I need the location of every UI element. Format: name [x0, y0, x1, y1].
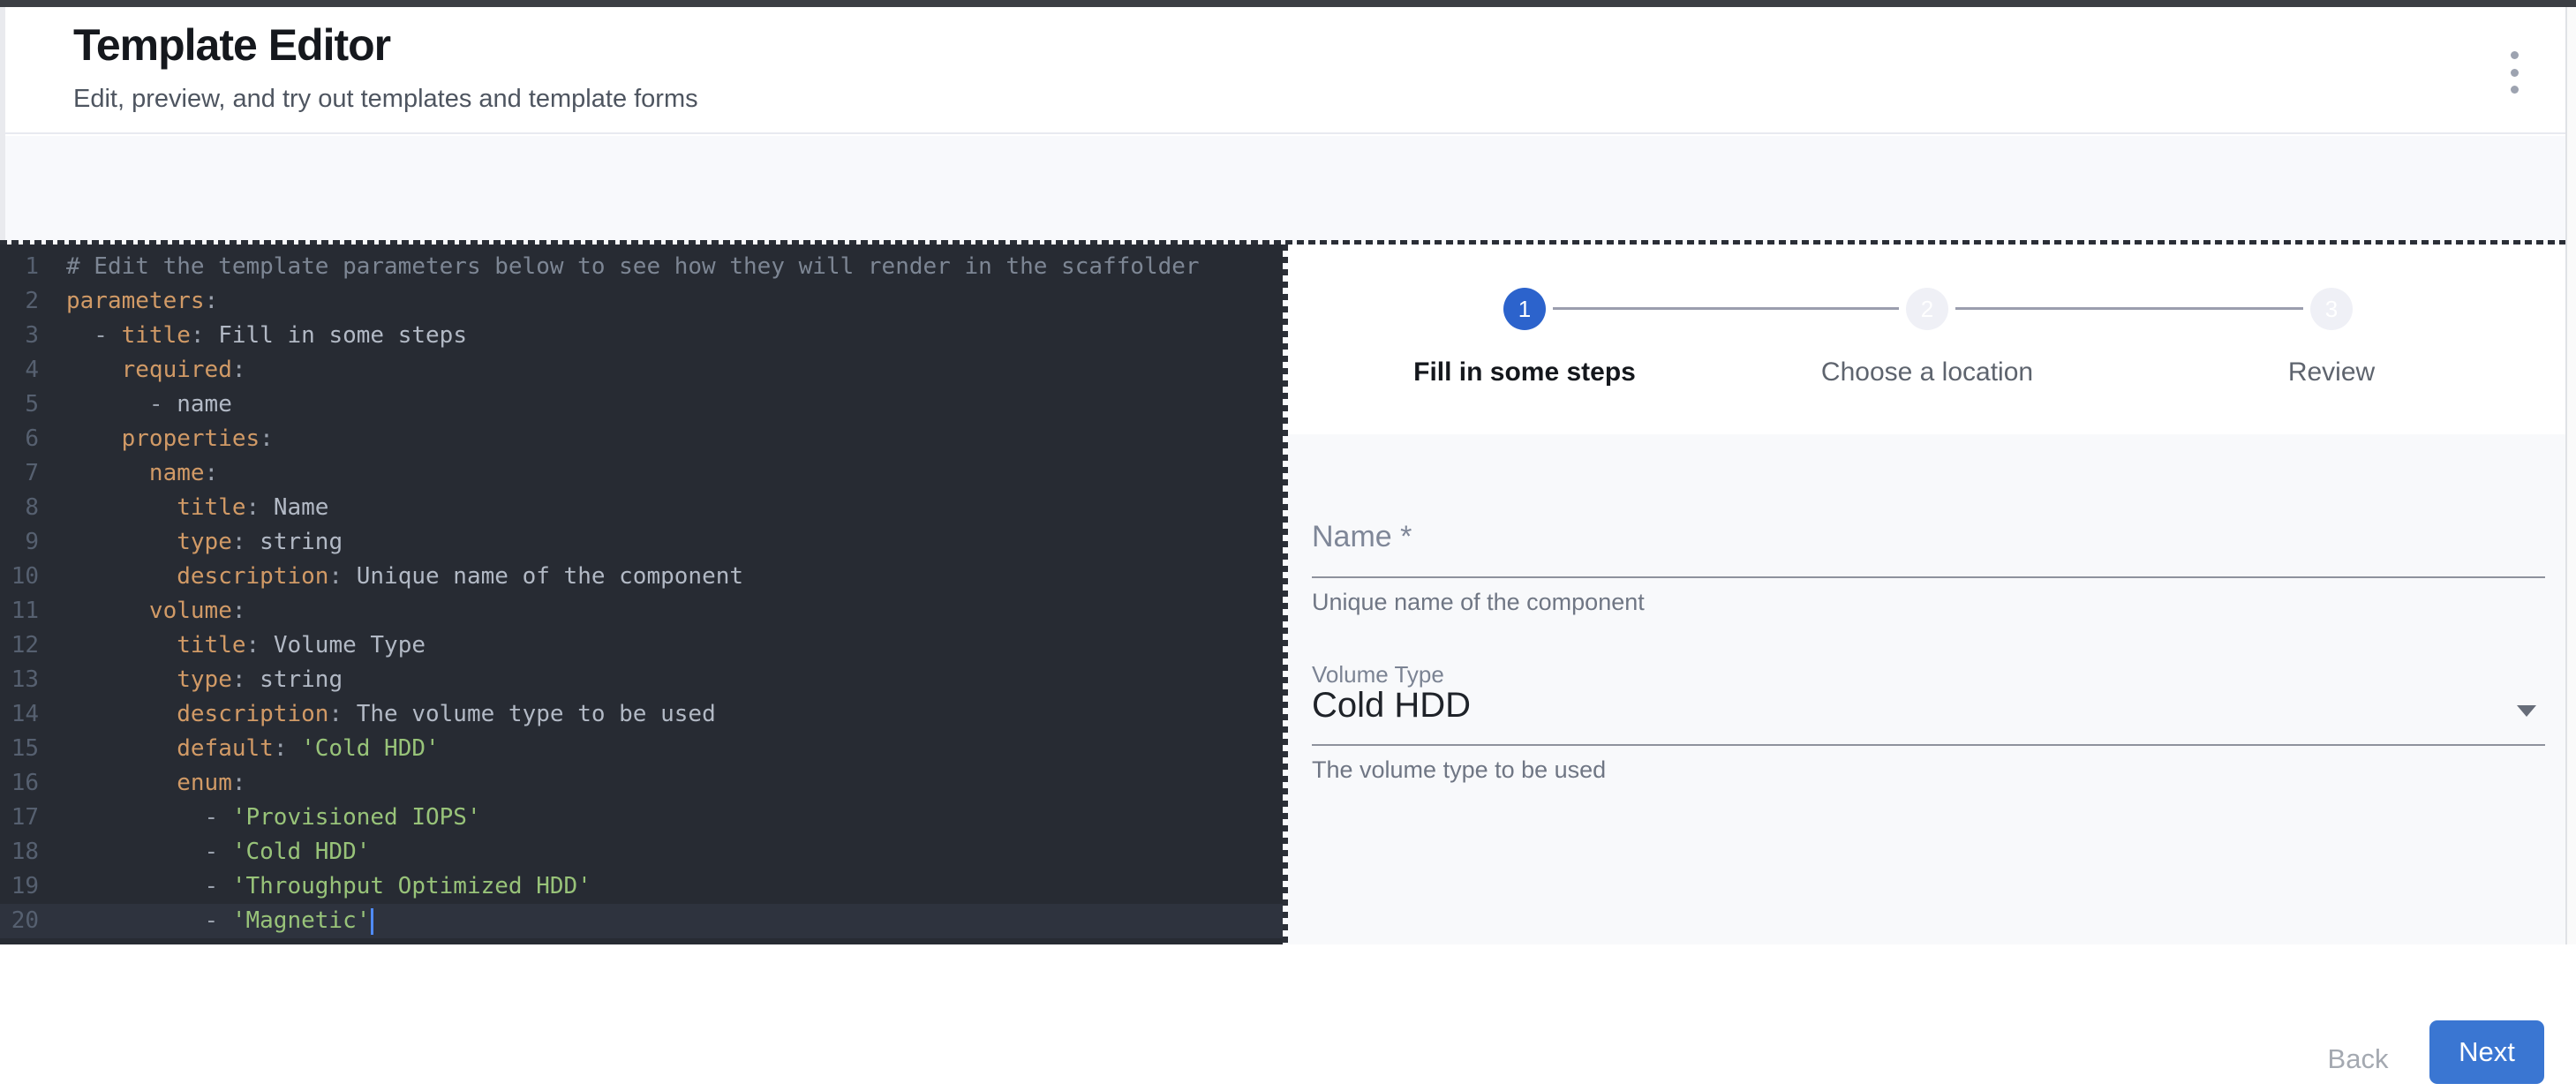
- editor-line[interactable]: 6 properties:: [0, 422, 1283, 456]
- code-text: - title: Fill in some steps: [39, 319, 467, 353]
- window-top-bar: [0, 0, 2576, 7]
- code-text: default: 'Cold HDD': [39, 732, 440, 766]
- code-text: title: Volume Type: [39, 628, 426, 663]
- step-3-label: Review: [2288, 357, 2375, 387]
- line-number: 5: [0, 387, 39, 422]
- page-title: Template Editor: [73, 19, 390, 71]
- template-form-preview: 1 Fill in some steps 2 Choose a location…: [1288, 245, 2565, 944]
- code-text: - 'Throughput Optimized HDD': [39, 869, 591, 904]
- code-text: name:: [39, 456, 218, 491]
- line-number: 6: [0, 422, 39, 456]
- chevron-down-icon: [2517, 705, 2536, 717]
- page-left-edge: [0, 7, 5, 240]
- editor-line[interactable]: 17 - 'Provisioned IOPS': [0, 801, 1283, 835]
- line-number: 4: [0, 353, 39, 387]
- volume-type-value: Cold HDD: [1312, 686, 1471, 726]
- editor-line[interactable]: 7 name:: [0, 456, 1283, 491]
- line-number: 12: [0, 628, 39, 663]
- split-pane-divider[interactable]: [1283, 245, 1288, 944]
- yaml-code-editor[interactable]: 1# Edit the template parameters below to…: [0, 245, 1283, 944]
- editor-line[interactable]: 4 required:: [0, 353, 1283, 387]
- code-text: # Edit the template parameters below to …: [39, 250, 1200, 284]
- code-text: - 'Cold HDD': [39, 835, 370, 869]
- editor-line[interactable]: 8 title: Name: [0, 491, 1283, 525]
- editor-line[interactable]: 16 enum:: [0, 766, 1283, 801]
- editor-line[interactable]: 14 description: The volume type to be us…: [0, 697, 1283, 732]
- step-1-label: Fill in some steps: [1413, 357, 1636, 387]
- code-text: enum:: [39, 766, 246, 801]
- line-number: 13: [0, 663, 39, 697]
- form-section: Name * Unique name of the component Volu…: [1288, 434, 2565, 944]
- dropzone-dashed-border: [0, 240, 2576, 245]
- editor-line[interactable]: 20 - 'Magnetic': [0, 904, 1283, 938]
- line-number: 19: [0, 869, 39, 904]
- volume-field-underline: [1312, 744, 2545, 746]
- toolbar: Load Existing Template: [0, 136, 2576, 240]
- line-number: 15: [0, 732, 39, 766]
- editor-code: 1# Edit the template parameters below to…: [0, 250, 1283, 938]
- volume-type-select[interactable]: [1312, 659, 2545, 746]
- line-number: 8: [0, 491, 39, 525]
- page-subtitle: Edit, preview, and try out templates and…: [73, 85, 698, 114]
- line-number: 10: [0, 560, 39, 594]
- kebab-menu-icon[interactable]: [2502, 51, 2527, 94]
- name-input[interactable]: [1312, 505, 2545, 578]
- text-cursor-icon: [371, 908, 373, 935]
- line-number: 18: [0, 835, 39, 869]
- code-text: type: string: [39, 525, 343, 560]
- editor-line[interactable]: 5 - name: [0, 387, 1283, 422]
- volume-type-label: Volume Type: [1312, 661, 1444, 688]
- code-text: properties:: [39, 422, 274, 456]
- code-text: - 'Provisioned IOPS': [39, 801, 481, 835]
- step-connector: [1553, 307, 1899, 310]
- step-2-label: Choose a location: [1821, 357, 2033, 387]
- code-text: - name: [39, 387, 232, 422]
- code-text: required:: [39, 353, 246, 387]
- code-text: description: Unique name of the componen…: [39, 560, 743, 594]
- name-field-label: Name *: [1312, 520, 1412, 554]
- line-number: 3: [0, 319, 39, 353]
- line-number: 11: [0, 594, 39, 628]
- editor-line[interactable]: 19 - 'Throughput Optimized HDD': [0, 869, 1283, 904]
- editor-line[interactable]: 12 title: Volume Type: [0, 628, 1283, 663]
- code-text: type: string: [39, 663, 343, 697]
- editor-line[interactable]: 9 type: string: [0, 525, 1283, 560]
- line-number: 20: [0, 904, 39, 938]
- stepper: 1 Fill in some steps 2 Choose a location…: [1288, 245, 2565, 434]
- editor-line[interactable]: 11 volume:: [0, 594, 1283, 628]
- editor-line[interactable]: 10 description: Unique name of the compo…: [0, 560, 1283, 594]
- line-number: 17: [0, 801, 39, 835]
- code-text: title: Name: [39, 491, 328, 525]
- code-text: parameters:: [39, 284, 218, 319]
- step-3-icon: 3: [2310, 288, 2353, 330]
- code-text: volume:: [39, 594, 246, 628]
- name-field-underline: [1312, 576, 2545, 578]
- name-field-helper: Unique name of the component: [1312, 589, 1645, 616]
- step-2-icon: 2: [1906, 288, 1948, 330]
- vertical-scrollbar[interactable]: [2565, 7, 2576, 944]
- line-number: 16: [0, 766, 39, 801]
- code-text: - 'Magnetic': [39, 904, 373, 938]
- code-text: description: The volume type to be used: [39, 697, 716, 732]
- step-1-icon: 1: [1503, 288, 1546, 330]
- line-number: 2: [0, 284, 39, 319]
- editor-line[interactable]: 13 type: string: [0, 663, 1283, 697]
- line-number: 1: [0, 250, 39, 284]
- header: Template Editor Edit, preview, and try o…: [0, 7, 2576, 134]
- step-connector: [1955, 307, 2303, 310]
- line-number: 7: [0, 456, 39, 491]
- line-number: 9: [0, 525, 39, 560]
- editor-line[interactable]: 15 default: 'Cold HDD': [0, 732, 1283, 766]
- volume-field-helper: The volume type to be used: [1312, 756, 1606, 784]
- editor-line[interactable]: 3 - title: Fill in some steps: [0, 319, 1283, 353]
- editor-line[interactable]: 18 - 'Cold HDD': [0, 835, 1283, 869]
- editor-line[interactable]: 1# Edit the template parameters below to…: [0, 250, 1283, 284]
- line-number: 14: [0, 697, 39, 732]
- back-button[interactable]: Back: [2305, 1027, 2411, 1091]
- editor-line[interactable]: 2parameters:: [0, 284, 1283, 319]
- next-button[interactable]: Next: [2429, 1020, 2544, 1084]
